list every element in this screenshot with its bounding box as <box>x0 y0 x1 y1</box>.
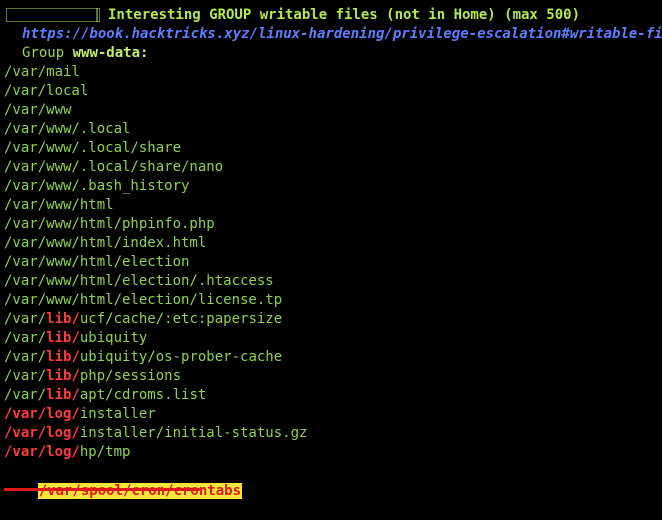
path-segment: /var/www/.local/share <box>4 140 182 156</box>
path-segment: lib/ <box>46 368 80 384</box>
path-segment: hp/tmp <box>79 444 131 460</box>
list-item: /var/lib/ucf/cache/:etc:papersize <box>4 310 282 329</box>
list-item: /var/mail <box>4 63 80 82</box>
highlighted-path: /var/spool/cron/crontabs <box>37 483 243 499</box>
highlighted-entry: /var/spool/cron/crontabs <box>4 463 243 499</box>
path-segment: /var/www/html/phpinfo.php <box>4 216 215 232</box>
path-segment: installer/initial-status.gz <box>79 425 308 441</box>
section-box-decoration <box>6 8 100 22</box>
section-title: Interesting GROUP writable files (not in… <box>108 7 581 23</box>
group-label: Group <box>22 45 65 61</box>
path-segment: /var/www/html <box>4 197 114 213</box>
path-segment: /var/ <box>4 387 47 403</box>
list-item: /var/www/html/election <box>4 253 189 272</box>
path-segment: /var/ <box>4 311 47 327</box>
path-segment: /var/ <box>4 330 47 346</box>
path-segment: /var/www/.bash_history <box>4 178 190 194</box>
path-segment: /var/www/html/election/.htaccess <box>4 273 274 289</box>
path-segment: /var/www <box>4 102 72 118</box>
list-item: /var/www/html/phpinfo.php <box>4 215 215 234</box>
list-item: /var/www/html <box>4 196 114 215</box>
list-item: /var/www/html/index.html <box>4 234 206 253</box>
red-underline-annotation <box>4 488 200 491</box>
path-segment: apt/cdroms.list <box>79 387 207 403</box>
path-segment: /var/log/ <box>4 406 80 422</box>
list-item: /var/lib/apt/cdroms.list <box>4 386 206 405</box>
path-segment: lib/ <box>46 330 80 346</box>
list-item: /var/log/installer <box>4 405 156 424</box>
list-item: /var/www/.local <box>4 120 130 139</box>
path-segment: /var/local <box>4 83 89 99</box>
path-segment: ubiquity/os-prober-cache <box>79 349 283 365</box>
list-item: /var/log/installer/initial-status.gz <box>4 424 307 443</box>
list-item: /var/lib/php/sessions <box>4 367 181 386</box>
path-segment: installer <box>79 406 156 422</box>
terminal-output: Interesting GROUP writable files (not in… <box>0 0 662 499</box>
path-segment: lib/ <box>46 387 80 403</box>
group-heading: Group www-data: <box>22 44 148 63</box>
group-name: www-data: <box>72 45 149 61</box>
path-segment: /var/www/html/election <box>4 254 190 270</box>
path-segment: /var/mail <box>4 64 80 80</box>
path-segment: /var/www/.local/share/nano <box>4 159 224 175</box>
path-segment: /var/ <box>4 349 47 365</box>
path-segment: /var/ <box>4 368 47 384</box>
path-segment: /var/www/html/election/license.tp <box>4 292 283 308</box>
list-item: /var/www/.local/share/nano <box>4 158 223 177</box>
list-item: /var/www/html/election/.htaccess <box>4 272 274 291</box>
list-item: /var/lib/ubiquity <box>4 329 147 348</box>
path-segment: /var/log/ <box>4 425 80 441</box>
path-segment: lib/ <box>46 349 80 365</box>
path-segment: php/sessions <box>79 368 182 384</box>
reference-link[interactable]: https://book.hacktricks.xyz/linux-harden… <box>22 25 662 44</box>
list-item: /var/log/hp/tmp <box>4 443 130 462</box>
list-item: /var/www/html/election/license.tp <box>4 291 282 310</box>
list-item: /var/local <box>4 82 88 101</box>
list-item: /var/www/.bash_history <box>4 177 189 196</box>
path-segment: ucf/cache/:etc:papersize <box>79 311 283 327</box>
path-segment: /var/www/html/index.html <box>4 235 207 251</box>
path-segment: /var/www/.local <box>4 121 131 137</box>
list-item: /var/www <box>4 101 71 120</box>
path-segment: /var/log/ <box>4 444 80 460</box>
path-segment: lib/ <box>46 311 80 327</box>
list-item: /var/lib/ubiquity/os-prober-cache <box>4 348 282 367</box>
path-segment: ubiquity <box>79 330 148 346</box>
list-item: /var/www/.local/share <box>4 139 181 158</box>
